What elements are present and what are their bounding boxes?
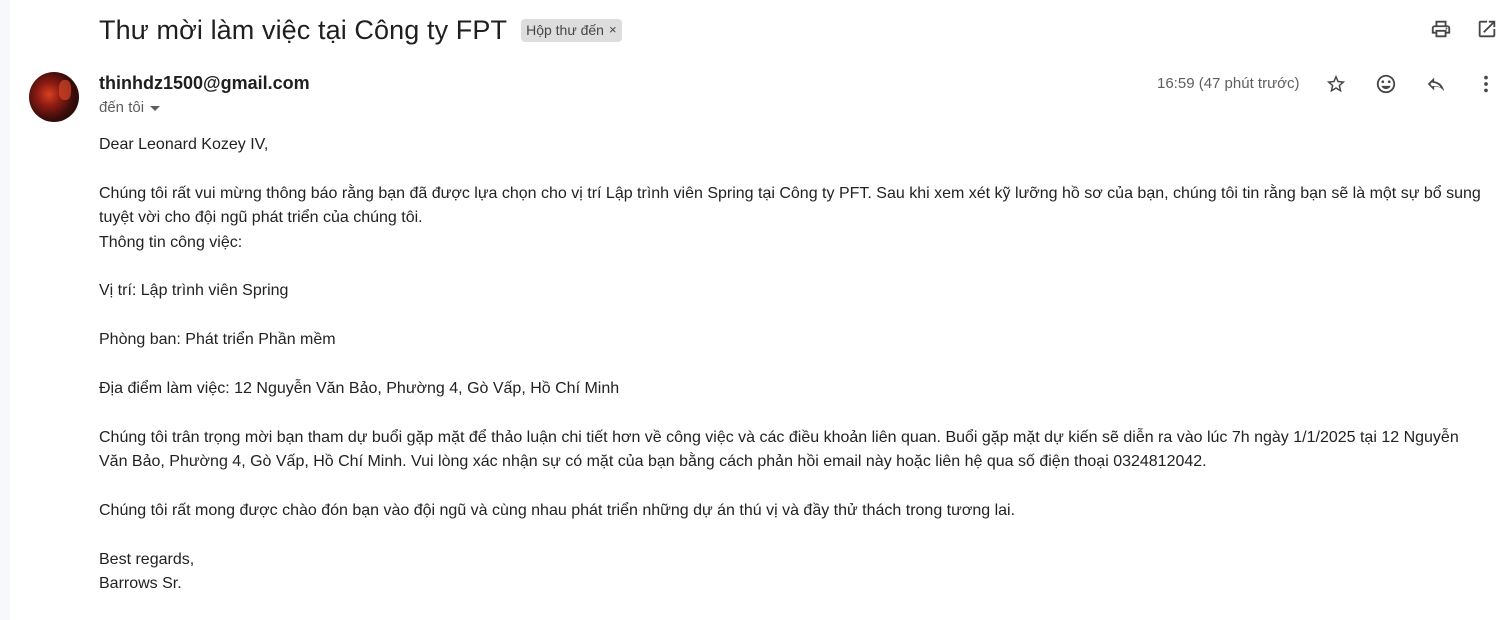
email-subject: Thư mời làm việc tại Công ty FPT [99, 14, 508, 45]
body-closing-line: Chúng tôi rất mong được chào đón bạn vào… [99, 502, 1016, 519]
remove-label-button[interactable]: × [609, 22, 617, 37]
sender-email[interactable]: thinhdz1500@gmail.com [99, 73, 310, 94]
inbox-label-text: Hộp thư đến [526, 21, 604, 38]
inbox-label-chip[interactable]: Hộp thư đến × [521, 18, 622, 42]
reply-icon [1427, 77, 1445, 92]
open-in-new-window-button[interactable] [1472, 14, 1502, 44]
body-department: Phòng ban: Phát triển Phần mềm [99, 331, 336, 349]
recipient-details-toggle[interactable]: đến tôi [99, 99, 161, 116]
body-job-info-heading: Thông tin công việc: [99, 233, 243, 251]
recipient-text: đến tôi [99, 99, 145, 116]
email-body: Dear Leonard Kozey IV, Chúng tôi rất vui… [99, 133, 1489, 597]
body-location: Địa điểm làm việc: 12 Nguyễn Văn Bảo, Ph… [99, 380, 620, 397]
reply-button[interactable] [1421, 69, 1451, 99]
add-reaction-button[interactable] [1371, 69, 1401, 99]
body-meeting: Chúng tôi trân trọng mời bạn tham dự buổ… [99, 428, 1459, 471]
thread-actions [1426, 14, 1502, 44]
body-intro: Chúng tôi rất vui mừng thông báo rằng bạ… [99, 184, 1481, 227]
body-greeting: Dear Leonard Kozey IV, [99, 136, 269, 153]
more-options-button[interactable] [1471, 69, 1501, 99]
email-timestamp: 16:59 (47 phút trước) [1157, 75, 1300, 92]
body-signature: Barrows Sr. [99, 575, 182, 593]
star-icon [1326, 74, 1346, 93]
emoji-reaction-icon [1376, 74, 1396, 94]
left-gutter [0, 0, 10, 620]
sender-avatar[interactable] [29, 72, 79, 122]
more-vert-icon [1484, 75, 1488, 93]
open-in-new-window-icon [1478, 20, 1496, 38]
body-signoff: Best regards, [99, 550, 195, 568]
message-actions [1321, 69, 1501, 99]
print-icon [1431, 20, 1451, 38]
body-position: Vị trí: Lập trình viên Spring [99, 282, 289, 300]
print-all-button[interactable] [1426, 14, 1456, 44]
subject-row: Thư mời làm việc tại Công ty FPT Hộp thư… [99, 12, 622, 48]
chevron-down-icon [150, 106, 161, 111]
star-button[interactable] [1321, 69, 1351, 99]
